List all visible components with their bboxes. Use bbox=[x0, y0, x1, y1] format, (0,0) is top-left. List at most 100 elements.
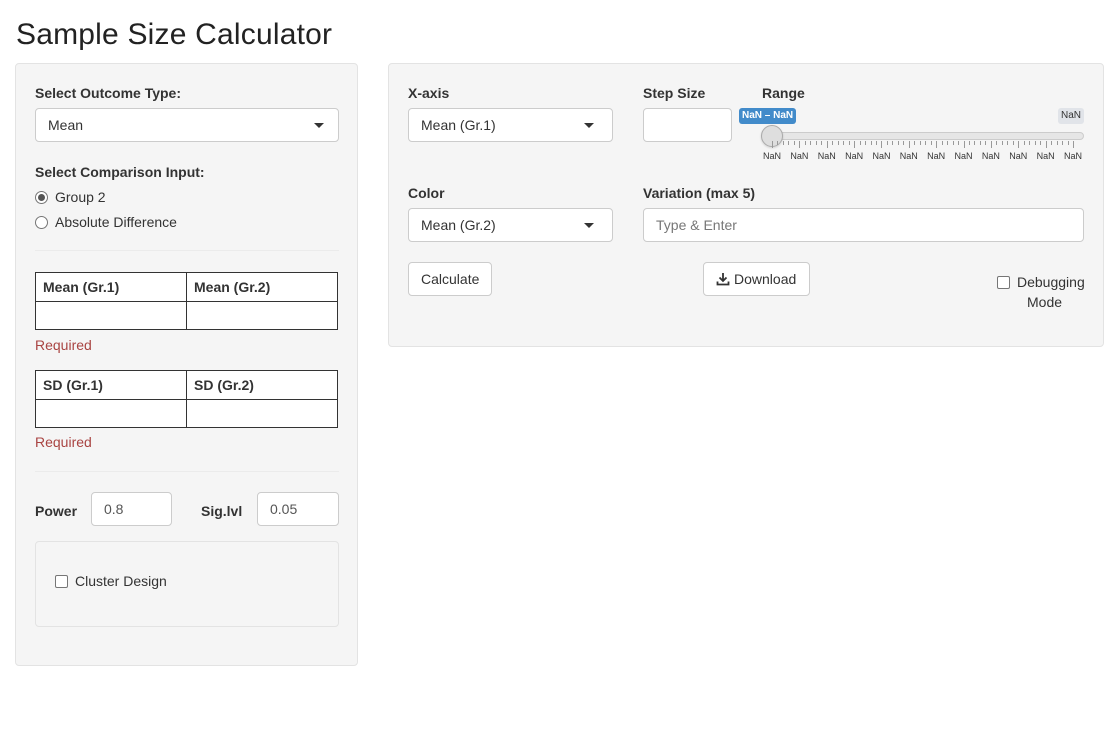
mean-gr1-header: Mean (Gr.1) bbox=[35, 272, 187, 302]
color-select[interactable]: Mean (Gr.2) bbox=[408, 208, 613, 242]
power-input[interactable]: 0.8 bbox=[91, 492, 172, 526]
slider-tick-label: NaN bbox=[899, 151, 918, 161]
step-size-label: Step Size bbox=[643, 85, 706, 101]
sd-required-message: Required bbox=[35, 434, 92, 450]
range-label: Range bbox=[762, 85, 805, 101]
slider-tick-label: NaN bbox=[1009, 151, 1028, 161]
color-value: Mean (Gr.2) bbox=[421, 217, 496, 233]
outcome-type-value: Mean bbox=[48, 117, 84, 133]
slider-tick-label: NaN bbox=[872, 151, 891, 161]
mean-table: Mean (Gr.1) Mean (Gr.2) bbox=[35, 272, 338, 330]
radio-label-group-2: Group 2 bbox=[55, 189, 106, 205]
slider-minor-tick bbox=[919, 141, 921, 145]
calculate-button[interactable]: Calculate bbox=[408, 262, 493, 296]
slider-tick-label: NaN bbox=[845, 151, 864, 161]
slider-minor-tick bbox=[1056, 141, 1058, 145]
slider-tick-label: NaN bbox=[817, 151, 836, 161]
divider bbox=[35, 250, 339, 251]
radio-group-2[interactable]: Group 2 bbox=[35, 189, 106, 205]
slider-major-tick bbox=[772, 141, 773, 148]
sig-level-label: Sig.lvl bbox=[201, 503, 243, 519]
x-axis-select[interactable]: Mean (Gr.1) bbox=[408, 108, 613, 142]
slider-minor-tick bbox=[821, 141, 823, 145]
slider-minor-tick bbox=[974, 141, 976, 145]
slider-major-tick bbox=[963, 141, 965, 148]
slider-minor-tick bbox=[925, 141, 927, 145]
download-icon bbox=[716, 273, 730, 286]
range-slider-track[interactable] bbox=[762, 132, 1084, 140]
slider-minor-tick bbox=[914, 141, 916, 145]
debugging-mode-label-line1: Debugging bbox=[1017, 274, 1085, 290]
cluster-design-label: Cluster Design bbox=[75, 573, 167, 589]
slider-tick-label: NaN bbox=[927, 151, 946, 161]
debugging-mode-checkbox[interactable] bbox=[997, 276, 1010, 289]
mean-gr1-cell[interactable] bbox=[35, 301, 187, 330]
sd-gr1-cell[interactable] bbox=[35, 399, 187, 428]
radio-button-checked[interactable] bbox=[35, 190, 48, 204]
slider-major-tick bbox=[1018, 141, 1020, 148]
download-label: Download bbox=[734, 271, 797, 287]
slider-minor-tick bbox=[892, 141, 894, 145]
mean-gr2-cell[interactable] bbox=[186, 301, 338, 330]
sd-table: SD (Gr.1) SD (Gr.2) bbox=[35, 370, 338, 428]
slider-major-tick bbox=[854, 141, 856, 148]
slider-major-tick bbox=[881, 141, 883, 148]
slider-minor-tick bbox=[897, 141, 899, 145]
slider-minor-tick bbox=[1029, 141, 1031, 145]
slider-tick-label: NaN bbox=[1036, 151, 1055, 161]
debugging-mode-label-line2: Mode bbox=[1027, 294, 1063, 310]
slider-major-tick bbox=[908, 141, 910, 148]
sidebar-panel: Select Outcome Type: Mean Select Compari… bbox=[15, 63, 358, 666]
slider-minor-tick bbox=[793, 141, 795, 145]
slider-major-tick bbox=[1045, 141, 1047, 148]
variation-label: Variation (max 5) bbox=[643, 185, 756, 201]
slider-major-tick bbox=[936, 141, 938, 148]
sig-level-input[interactable]: 0.05 bbox=[257, 492, 339, 526]
page-title: Sample Size Calculator bbox=[16, 18, 333, 51]
range-max-badge: NaN bbox=[1058, 108, 1085, 124]
slider-minor-tick bbox=[1040, 141, 1042, 145]
slider-minor-tick bbox=[903, 141, 905, 145]
mean-required-message: Required bbox=[35, 337, 92, 353]
cluster-design-checkbox-row[interactable]: Cluster Design bbox=[55, 573, 167, 589]
outcome-type-label: Select Outcome Type: bbox=[35, 85, 182, 101]
mean-gr2-header: Mean (Gr.2) bbox=[186, 272, 338, 302]
slider-minor-tick bbox=[930, 141, 932, 145]
slider-minor-tick bbox=[952, 141, 954, 145]
step-size-input[interactable] bbox=[643, 108, 732, 142]
slider-tick-label: NaN bbox=[762, 151, 782, 161]
chevron-down-icon bbox=[314, 123, 324, 128]
cluster-design-checkbox[interactable] bbox=[55, 575, 68, 588]
slider-minor-tick bbox=[1012, 141, 1014, 145]
slider-minor-tick bbox=[782, 141, 784, 145]
slider-minor-tick bbox=[875, 141, 877, 145]
slider-minor-tick bbox=[788, 141, 790, 145]
slider-minor-tick bbox=[804, 141, 806, 145]
color-label: Color bbox=[408, 185, 445, 201]
chevron-down-icon bbox=[584, 123, 594, 128]
radio-absolute-difference[interactable]: Absolute Difference bbox=[35, 214, 177, 230]
slider-minor-tick bbox=[996, 141, 998, 145]
range-value-badge: NaN – NaN bbox=[739, 108, 797, 124]
slider-minor-tick bbox=[969, 141, 971, 145]
slider-minor-tick bbox=[979, 141, 981, 145]
slider-major-tick bbox=[1073, 141, 1074, 148]
outcome-type-select[interactable]: Mean bbox=[35, 108, 339, 142]
variation-input[interactable]: Type & Enter bbox=[643, 208, 1084, 242]
slider-major-tick bbox=[990, 141, 992, 148]
slider-minor-tick bbox=[1007, 141, 1009, 145]
download-button[interactable]: Download bbox=[703, 262, 810, 296]
slider-minor-tick bbox=[837, 141, 839, 145]
power-label: Power bbox=[35, 503, 78, 519]
x-axis-value: Mean (Gr.1) bbox=[421, 117, 496, 133]
slider-minor-tick bbox=[1023, 141, 1025, 145]
sd-gr2-cell[interactable] bbox=[186, 399, 338, 428]
slider-minor-tick bbox=[865, 141, 867, 145]
slider-minor-tick bbox=[1034, 141, 1036, 145]
radio-button[interactable] bbox=[35, 215, 48, 229]
slider-minor-tick bbox=[870, 141, 872, 145]
debugging-mode-row[interactable]: Debugging Mode bbox=[997, 274, 1085, 312]
slider-minor-tick bbox=[1067, 141, 1069, 145]
slider-tick-label: NaN bbox=[1063, 151, 1083, 161]
slider-minor-tick bbox=[1001, 141, 1003, 145]
